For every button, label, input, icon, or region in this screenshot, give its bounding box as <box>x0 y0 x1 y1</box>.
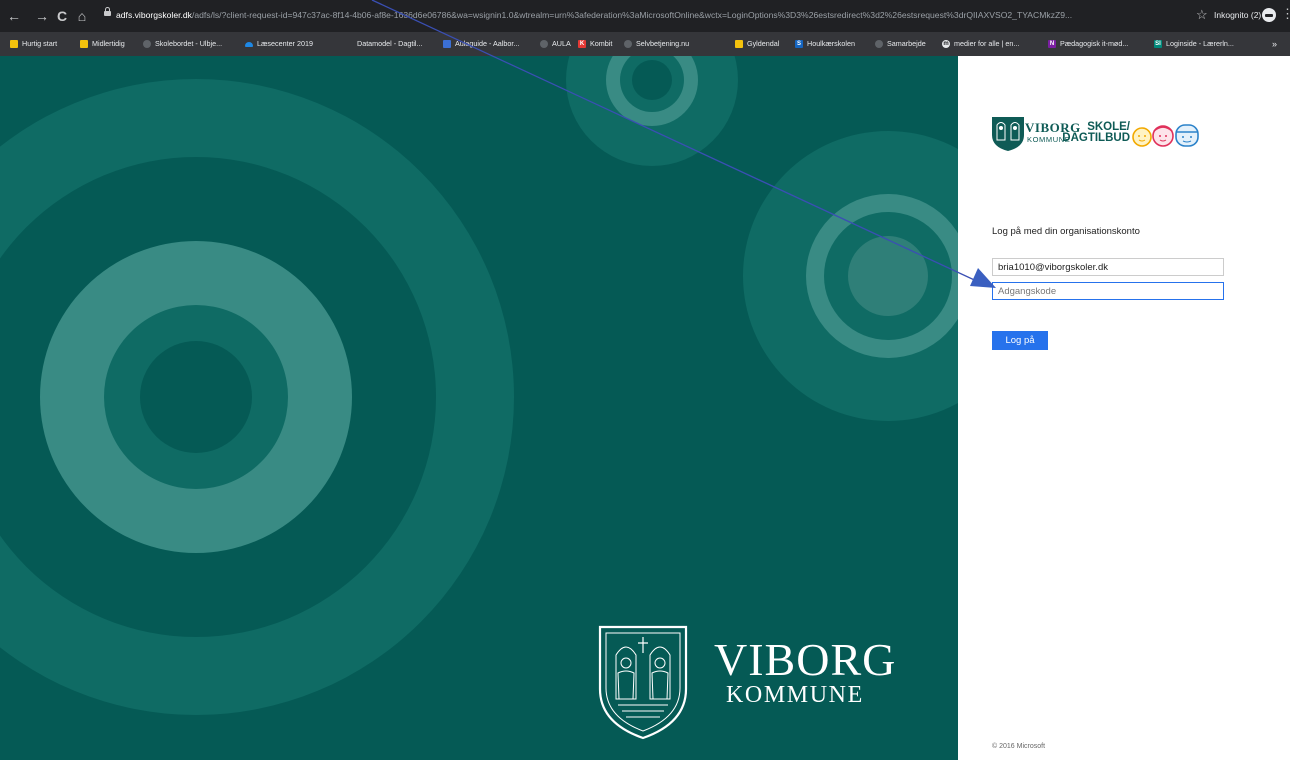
browser-toolbar: ← → C ⌂ adfs.viborgskoler.dk/adfs/ls/?cl… <box>0 0 1290 32</box>
doc-icon <box>443 40 451 48</box>
hero-background: VIBORG KOMMUNE <box>0 56 958 760</box>
bookmark-item[interactable]: N Pædagogisk it-mød... <box>1048 38 1128 50</box>
copyright-text: © 2016 Microsoft <box>992 743 1046 750</box>
globe-icon <box>624 40 632 48</box>
dagtilbud-label: DAGTILBUD <box>1062 132 1130 144</box>
url-path: /adfs/ls/?client-request-id=947c37ac-8f1… <box>191 10 1073 20</box>
kombit-icon: K <box>578 40 586 48</box>
username-field[interactable] <box>992 258 1224 276</box>
back-arrow-icon[interactable]: ← <box>6 8 22 24</box>
onenote-icon: N <box>1048 40 1056 48</box>
folder-icon <box>80 40 88 48</box>
forward-arrow-icon[interactable]: → <box>34 8 50 24</box>
incognito-label[interactable]: Inkognito (2) <box>1214 9 1261 22</box>
children-faces-icon <box>1132 124 1199 147</box>
bookmark-item[interactable]: Skolebordet - Ulbje... <box>143 38 222 50</box>
bookmark-item[interactable]: Hurtig start <box>10 38 57 50</box>
viborg-kommune-shield-icon <box>992 117 1024 151</box>
browser-menu-icon[interactable]: ⋮ <box>1281 7 1290 21</box>
address-bar[interactable]: adfs.viborgskoler.dk/adfs/ls/?client-req… <box>116 9 1182 22</box>
bookmark-item[interactable]: S Houlkærskolen <box>795 38 855 50</box>
si-icon: SI <box>1154 40 1162 48</box>
incognito-icon[interactable] <box>1262 8 1276 22</box>
bookmark-item[interactable]: Midlertidig <box>80 38 125 50</box>
reload-icon[interactable]: C <box>54 8 70 24</box>
bookmark-item[interactable]: Aulaguide - Aalbor... <box>443 38 519 50</box>
brand-subtitle: KOMMUNE <box>726 682 864 708</box>
bookmark-star-icon[interactable]: ☆ <box>1196 8 1208 22</box>
bookmark-item[interactable]: m medier for alle | en... <box>942 38 1019 50</box>
cloud-icon <box>245 41 253 47</box>
bookmark-item[interactable]: SI Loginside - Lærerln... <box>1154 38 1234 50</box>
viborg-crest-logo <box>598 625 688 740</box>
url-host: adfs.viborgskoler.dk <box>116 10 192 20</box>
home-icon[interactable]: ⌂ <box>74 8 90 24</box>
bookmark-item[interactable]: Gyldendal <box>735 38 779 50</box>
folder-icon <box>10 40 18 48</box>
globe-icon <box>875 40 883 48</box>
bookmark-item[interactable]: Læsecenter 2019 <box>245 38 313 50</box>
bookmark-item[interactable]: Selvbetjening.nu <box>624 38 689 50</box>
bookmark-item[interactable]: AULA <box>540 38 571 50</box>
brand-name: VIBORG <box>714 634 897 685</box>
bookmarks-bar: Hurtig start Midlertidig Skolebordet - U… <box>0 32 1290 56</box>
bookmark-item[interactable]: Datamodel - Dagtil... <box>357 38 423 50</box>
more-bookmarks-icon[interactable]: » <box>1272 38 1277 50</box>
lock-icon <box>104 7 111 16</box>
globe-icon <box>540 40 548 48</box>
login-panel: VIBORG KOMMUNE SKOLE/ DAGTILBUD Log på m… <box>958 56 1290 760</box>
login-heading: Log på med din organisationskonto <box>992 226 1140 237</box>
bookmark-item[interactable]: Samarbejde <box>875 38 926 50</box>
sharepoint-icon: S <box>795 40 803 48</box>
folder-icon <box>735 40 743 48</box>
globe-icon <box>143 40 151 48</box>
media-icon: m <box>942 40 950 48</box>
sign-in-button[interactable]: Log på <box>992 331 1048 350</box>
bookmark-item[interactable]: K Kombit <box>578 38 612 50</box>
password-field[interactable] <box>992 282 1224 300</box>
